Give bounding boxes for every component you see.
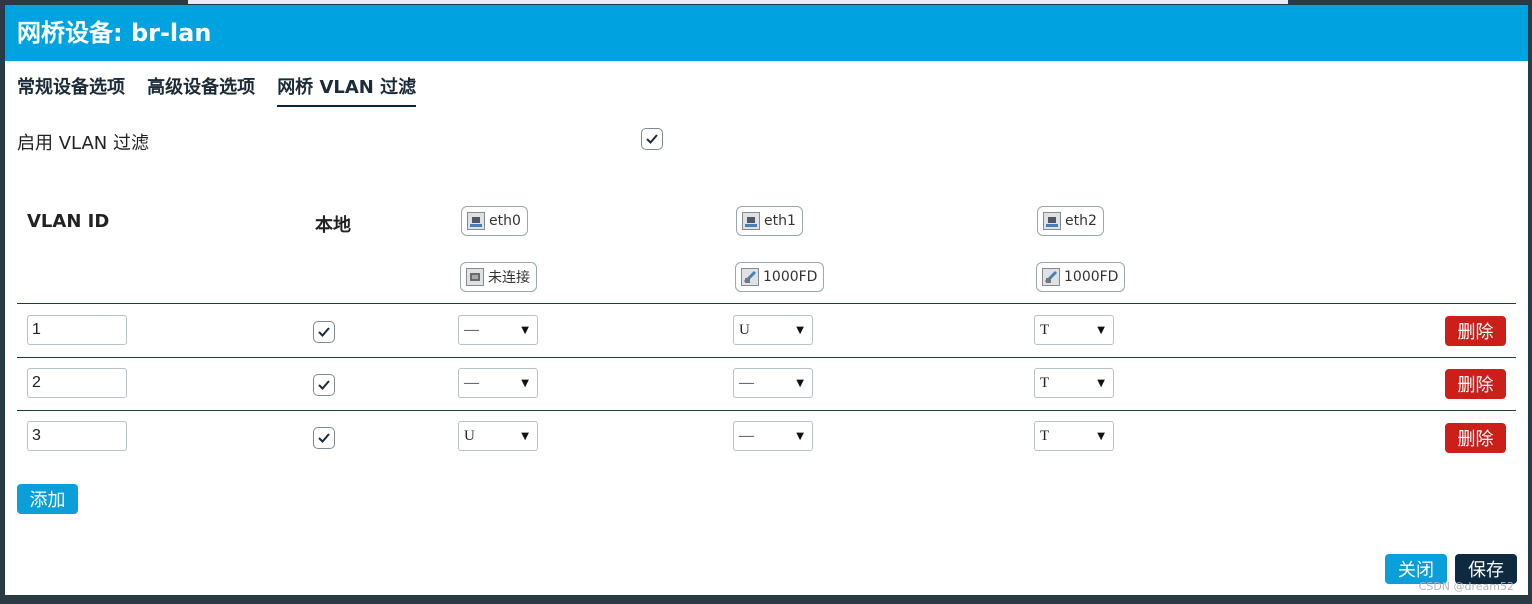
row-divider: [17, 357, 1516, 358]
port-eth2-badge: eth2: [1037, 206, 1104, 236]
check-icon: [318, 433, 330, 443]
select-value: —: [739, 427, 754, 444]
vlan-id-input[interactable]: [27, 315, 127, 345]
vlan-id-header: VLAN ID: [27, 211, 110, 232]
select-value: T: [1040, 374, 1050, 391]
check-icon: [646, 134, 658, 144]
tab-bar: 常规设备选项 高级设备选项 网桥 VLAN 过滤: [17, 73, 433, 107]
tab-vlan-filtering[interactable]: 网桥 VLAN 过滤: [277, 73, 417, 107]
select-value: —: [464, 374, 479, 391]
caret-down-icon: ▼: [521, 377, 529, 389]
select-value: —: [739, 374, 754, 391]
check-icon: [318, 327, 330, 337]
local-header: 本地: [315, 215, 351, 236]
caret-down-icon: ▼: [1097, 324, 1105, 336]
eth1-select[interactable]: — ▼: [733, 421, 813, 451]
port-name: eth0: [489, 213, 521, 229]
port-status-text: 1000FD: [763, 269, 818, 285]
select-value: T: [1040, 321, 1050, 338]
local-checkbox[interactable]: [313, 374, 335, 396]
vlan-id-input[interactable]: [27, 421, 127, 451]
eth2-select[interactable]: T ▼: [1034, 421, 1114, 451]
bridge-device-modal: 网桥设备: br-lan 常规设备选项 高级设备选项 网桥 VLAN 过滤 启用…: [4, 4, 1529, 596]
enable-vlan-label: 启用 VLAN 过滤: [17, 133, 149, 154]
delete-button[interactable]: 删除: [1445, 423, 1506, 453]
caret-down-icon: ▼: [521, 430, 529, 442]
eth1-select[interactable]: — ▼: [733, 368, 813, 398]
port-eth1-badge: eth1: [736, 206, 803, 236]
eth0-select[interactable]: U ▼: [458, 421, 538, 451]
caret-down-icon: ▼: [796, 324, 804, 336]
local-checkbox[interactable]: [313, 427, 335, 449]
port-name: eth1: [764, 213, 796, 229]
check-icon: [318, 380, 330, 390]
modal-title: 网桥设备: br-lan: [5, 5, 1528, 61]
port-eth1-status: 1000FD: [735, 262, 825, 292]
port-name: eth2: [1065, 213, 1097, 229]
port-eth0-status: 未连接: [460, 262, 537, 292]
eth0-select[interactable]: — ▼: [458, 368, 538, 398]
disconnected-port-icon: [466, 268, 484, 286]
tab-general-options[interactable]: 常规设备选项: [17, 73, 125, 105]
caret-down-icon: ▼: [796, 430, 804, 442]
delete-button[interactable]: 删除: [1445, 369, 1506, 399]
eth2-select[interactable]: T ▼: [1034, 368, 1114, 398]
ethernet-port-icon: [1043, 212, 1061, 230]
watermark: CSDN @dream52: [1418, 580, 1514, 593]
connected-port-icon: [741, 268, 759, 286]
enable-vlan-checkbox[interactable]: [641, 128, 663, 150]
caret-down-icon: ▼: [1097, 377, 1105, 389]
ethernet-port-icon: [467, 212, 485, 230]
table-divider: [17, 303, 1516, 304]
vlan-id-input[interactable]: [27, 368, 127, 398]
port-eth0-badge: eth0: [461, 206, 528, 236]
port-status-text: 1000FD: [1064, 269, 1119, 285]
caret-down-icon: ▼: [796, 377, 804, 389]
port-status-text: 未连接: [488, 270, 530, 286]
connected-port-icon: [1042, 268, 1060, 286]
select-value: U: [464, 427, 475, 444]
delete-button[interactable]: 删除: [1445, 316, 1506, 346]
add-button[interactable]: 添加: [17, 484, 78, 514]
caret-down-icon: ▼: [521, 324, 529, 336]
select-value: T: [1040, 427, 1050, 444]
ethernet-port-icon: [742, 212, 760, 230]
eth1-select[interactable]: U ▼: [733, 315, 813, 345]
select-value: U: [739, 321, 750, 338]
eth0-select[interactable]: — ▼: [458, 315, 538, 345]
row-divider: [17, 410, 1516, 411]
select-value: —: [464, 321, 479, 338]
port-eth2-status: 1000FD: [1036, 262, 1126, 292]
eth2-select[interactable]: T ▼: [1034, 315, 1114, 345]
tab-advanced-options[interactable]: 高级设备选项: [147, 73, 255, 105]
local-checkbox[interactable]: [313, 321, 335, 343]
caret-down-icon: ▼: [1097, 430, 1105, 442]
